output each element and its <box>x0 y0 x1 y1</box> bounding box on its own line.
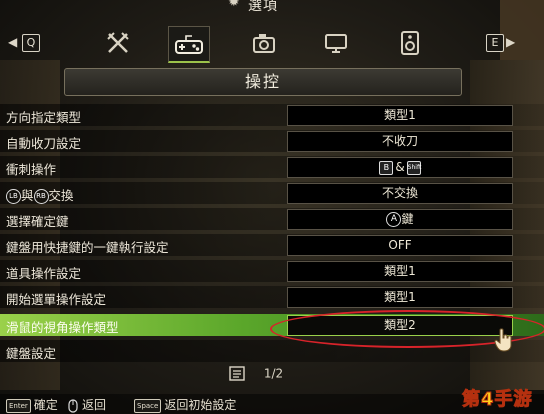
tab-display[interactable] <box>316 26 356 60</box>
setting-value[interactable]: 不交換 <box>287 183 513 204</box>
setting-value[interactable]: A鍵 <box>287 209 513 230</box>
setting-value[interactable]: OFF <box>287 235 513 256</box>
prev-tab-key[interactable]: Q <box>22 34 40 52</box>
setting-value[interactable]: B & Shift <box>287 157 513 178</box>
setting-label: 衝刺操作 <box>6 162 57 177</box>
reset-hint[interactable]: Space 返回初始設定 <box>134 396 236 413</box>
monitor-icon <box>325 34 347 53</box>
setting-label: LB 與 RB 交換 <box>6 185 74 204</box>
page-title: 選項 <box>248 0 278 14</box>
watermark-logo: 第4手游 <box>462 389 533 411</box>
setting-row-start-menu[interactable]: 開始選單操作設定 類型1 <box>0 286 544 308</box>
setting-row-confirm-key[interactable]: 選擇確定鍵 A鍵 <box>0 208 544 230</box>
setting-row-keyboard-shortcut[interactable]: 鍵盤用快捷鍵的一鍵執行設定 OFF <box>0 234 544 256</box>
setting-row-item-operation[interactable]: 道具操作設定 類型1 <box>0 260 544 282</box>
shift-key-icon: Shift <box>406 160 421 175</box>
setting-row-sprint[interactable]: 衝刺操作 B & Shift <box>0 156 544 178</box>
gear-icon: ✹ <box>228 0 240 10</box>
setting-row-direction-type[interactable]: 方向指定類型 類型1 <box>0 104 544 126</box>
space-key-icon: Space <box>134 398 162 413</box>
b-button-icon: B <box>379 160 394 175</box>
a-button-icon: A <box>386 212 402 227</box>
tab-controls[interactable] <box>168 26 210 63</box>
enter-key-icon: Enter <box>6 398 31 413</box>
setting-row-lb-rb-swap[interactable]: LB 與 RB 交換 不交換 <box>0 182 544 204</box>
left-arrow-icon: ◀ <box>8 35 18 49</box>
right-arrow-icon: ▶ <box>506 35 516 49</box>
rb-button-icon: RB <box>33 189 49 204</box>
setting-value[interactable]: 不收刀 <box>287 131 513 152</box>
setting-label: 方向指定類型 <box>6 110 82 125</box>
mouse-icon <box>68 398 78 413</box>
setting-label: 開始選單操作設定 <box>6 292 107 307</box>
crossed-swords-icon <box>107 32 129 53</box>
tab-camera[interactable] <box>244 26 284 60</box>
confirm-hint[interactable]: Enter 確定 <box>6 396 58 413</box>
setting-label: 自動收刀設定 <box>6 136 82 151</box>
lb-button-icon: LB <box>6 189 21 204</box>
page-list-icon <box>229 366 245 381</box>
setting-label: 選擇確定鍵 <box>6 214 69 229</box>
pagination: 1/2 <box>228 366 283 382</box>
options-header: ✹ 選項 <box>0 0 544 22</box>
setting-label: 鍵盤用快捷鍵的一鍵執行設定 <box>6 240 169 255</box>
page-indicator: 1/2 <box>263 366 284 381</box>
gamepad-icon <box>175 35 203 54</box>
back-hint[interactable]: 返回 <box>68 396 106 413</box>
setting-label: 滑鼠的視角操作類型 <box>6 320 119 335</box>
setting-row-auto-sheathe[interactable]: 自動收刀設定 不收刀 <box>0 130 544 152</box>
setting-value[interactable]: 類型1 <box>287 287 513 308</box>
section-title: 操控 <box>64 68 462 96</box>
setting-label: 鍵盤設定 <box>6 346 57 361</box>
speaker-icon <box>401 31 419 55</box>
tab-sound[interactable] <box>390 26 430 60</box>
tab-combat[interactable] <box>98 26 138 60</box>
hand-cursor-icon <box>494 328 512 352</box>
setting-value[interactable]: 類型1 <box>287 261 513 282</box>
setting-value[interactable]: 類型1 <box>287 105 513 126</box>
camera-icon <box>253 34 275 53</box>
and-symbol: & <box>395 160 405 174</box>
setting-label: 道具操作設定 <box>6 266 82 281</box>
tab-bar: ◀ Q E ▶ <box>0 22 544 64</box>
next-tab-key[interactable]: E <box>486 34 504 52</box>
